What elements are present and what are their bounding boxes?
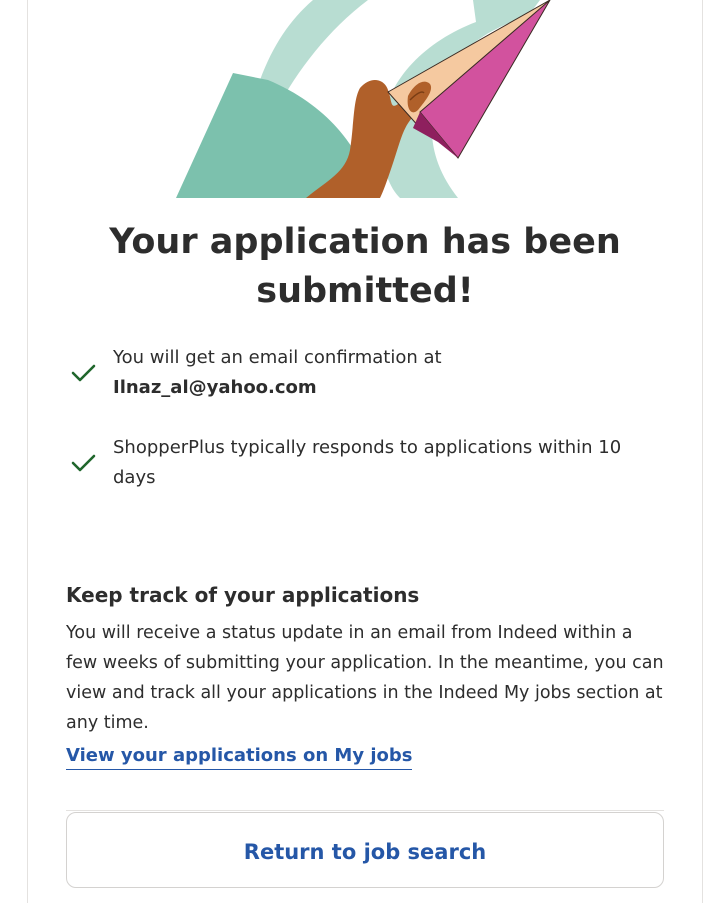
section-divider [66,810,664,811]
confirmation-item-response-time: ShopperPlus typically responds to applic… [68,433,668,493]
confirmation-card: Your application has been submitted! You… [27,0,703,903]
track-heading: Keep track of your applications [66,583,420,607]
checkmark-icon [71,364,96,382]
confirmation-text: You will get an email confirmation at [113,347,442,368]
return-to-job-search-button[interactable]: Return to job search [66,812,664,888]
confirmation-list: You will get an email confirmation at Il… [68,343,668,493]
confirmation-email: Ilnaz_al@yahoo.com [113,377,317,398]
paper-plane-hand-illustration [176,0,551,198]
page: Your application has been submitted! You… [0,0,717,903]
track-description: You will receive a status update in an e… [66,623,664,733]
response-time-text: ShopperPlus typically responds to applic… [113,437,622,488]
view-my-jobs-link[interactable]: View your applications on My jobs [66,743,413,770]
track-applications-section: Keep track of your applications You will… [66,578,666,770]
swoosh-notch [338,35,408,70]
page-title: Your application has been submitted! [109,222,621,311]
checkmark-icon [71,454,96,472]
confirmation-item-email: You will get an email confirmation at Il… [68,343,668,403]
